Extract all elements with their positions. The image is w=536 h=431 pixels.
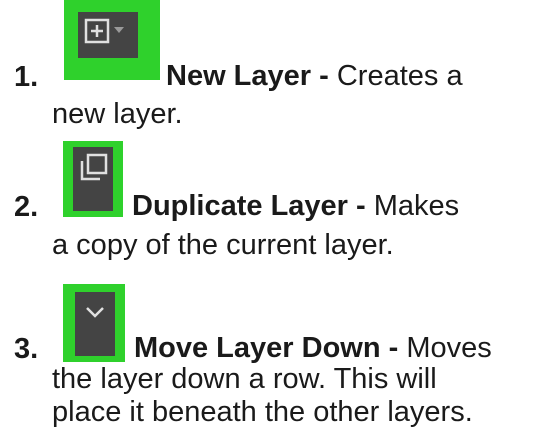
item-separator: - <box>347 190 374 222</box>
item-number: 3. <box>14 333 39 365</box>
new-layer-icon <box>78 12 138 58</box>
item-number: 2. <box>14 191 39 223</box>
item-description: Moves <box>406 332 492 364</box>
item-description-line: a copy of the current layer. <box>52 229 394 261</box>
item-title: New Layer <box>166 60 312 92</box>
move-layer-down-icon <box>63 284 125 356</box>
duplicate-layer-icon <box>63 141 123 211</box>
item-heading-line: Move Layer Down - Moves <box>134 331 492 365</box>
item-number: 1. <box>14 61 39 93</box>
item-heading-line: Duplicate Layer - Makes <box>132 189 459 223</box>
item-description-line: the layer down a row. This will <box>52 363 437 395</box>
item-description-line: place it beneath the other layers. <box>52 396 473 428</box>
duplicate-layer-button[interactable] <box>63 141 123 217</box>
new-layer-button[interactable] <box>64 0 160 80</box>
item-separator: - <box>311 60 337 92</box>
item-separator: - <box>380 332 407 364</box>
item-title: Duplicate Layer <box>132 190 348 222</box>
item-heading-line: New Layer - Creates a <box>166 59 463 93</box>
item-description-line: new layer. <box>52 98 183 130</box>
item-title: Move Layer Down <box>134 332 381 364</box>
item-description: Creates a <box>336 60 463 92</box>
move-layer-down-button[interactable] <box>63 284 125 362</box>
item-description: Makes <box>373 190 460 222</box>
